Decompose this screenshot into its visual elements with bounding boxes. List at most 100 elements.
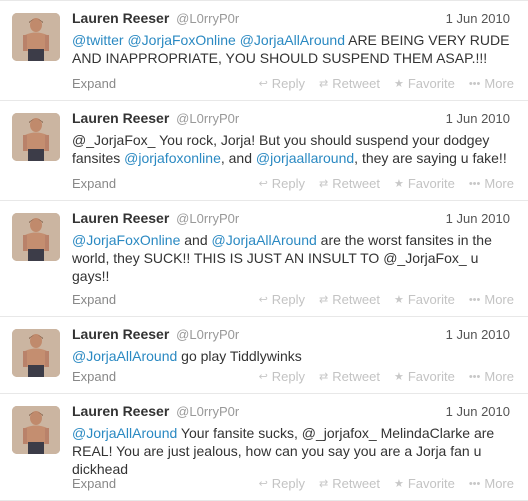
mention-link[interactable]: @JorjaAllAround <box>240 32 345 48</box>
user-avatar[interactable] <box>12 113 60 161</box>
retweet-icon: ⇄ <box>319 478 329 490</box>
reply-button[interactable]: ↩ Reply <box>259 369 305 384</box>
tweet-actions: Expand ↩ Reply ⇄ Retweet ★ Favorite ••• … <box>72 176 514 194</box>
more-dots-icon: ••• <box>468 477 481 490</box>
user-handle[interactable]: @L0rryP0r <box>176 111 239 126</box>
favorite-label: Favorite <box>407 76 455 91</box>
expand-link[interactable]: Expand <box>72 176 116 191</box>
mention-link[interactable]: @jorjaallaround <box>256 150 354 166</box>
avatar-photo-icon <box>12 329 60 377</box>
retweet-button[interactable]: ⇄ Retweet <box>319 476 380 491</box>
favorite-label: Favorite <box>407 292 455 307</box>
reply-arrow-icon: ↩ <box>258 78 268 90</box>
favorite-button[interactable]: ★ Favorite <box>394 476 455 491</box>
user-name[interactable]: Lauren Reeser <box>72 403 169 419</box>
retweet-label: Retweet <box>332 369 380 384</box>
more-button[interactable]: ••• More <box>469 476 514 491</box>
tweet-timestamp[interactable]: 1 Jun 2010 <box>446 11 510 26</box>
mention-link[interactable]: @JorjaAllAround <box>212 232 317 248</box>
mention-link[interactable]: @twitter <box>72 32 124 48</box>
tweet-timestamp[interactable]: 1 Jun 2010 <box>446 404 510 419</box>
mention-link[interactable]: @JorjaFoxOnline <box>72 232 180 248</box>
tweet-timestamp[interactable]: 1 Jun 2010 <box>446 211 510 226</box>
tweet-timeline: Lauren Reeser @L0rryP0r 1 Jun 2010 @twit… <box>0 0 528 501</box>
tweet-text: @JorjaAllAround go play Tiddlywinks <box>72 347 512 365</box>
favorite-label: Favorite <box>407 476 455 491</box>
more-button[interactable]: ••• More <box>469 176 514 191</box>
tweet-item[interactable]: Lauren Reeser @L0rryP0r 1 Jun 2010 @_Jor… <box>0 101 528 201</box>
reply-label: Reply <box>271 176 306 191</box>
user-avatar[interactable] <box>12 406 60 454</box>
more-label: More <box>484 369 514 384</box>
mention-link[interactable]: @JorjaAllAround <box>72 348 177 364</box>
favorite-button[interactable]: ★ Favorite <box>394 292 455 307</box>
tweet-text: @JorjaFoxOnline and @JorjaAllAround are … <box>72 231 512 285</box>
tweet-actions: Expand ↩ Reply ⇄ Retweet ★ Favorite ••• … <box>72 292 514 310</box>
expand-link[interactable]: Expand <box>72 476 116 491</box>
reply-label: Reply <box>271 76 306 91</box>
tweet-text: @JorjaAllAround Your fansite sucks, @_jo… <box>72 424 512 478</box>
tweet-header: Lauren Reeser @L0rryP0r 1 Jun 2010 <box>72 210 510 230</box>
more-label: More <box>484 76 514 91</box>
tweet-actions: Expand ↩ Reply ⇄ Retweet ★ Favorite ••• … <box>72 476 514 494</box>
user-name[interactable]: Lauren Reeser <box>72 10 169 26</box>
tweet-header: Lauren Reeser @L0rryP0r 1 Jun 2010 <box>72 326 510 346</box>
tweet-timestamp[interactable]: 1 Jun 2010 <box>446 327 510 342</box>
retweet-button[interactable]: ⇄ Retweet <box>319 292 380 307</box>
favorite-label: Favorite <box>407 176 455 191</box>
star-icon: ★ <box>393 294 404 306</box>
tweet-header: Lauren Reeser @L0rryP0r 1 Jun 2010 <box>72 10 510 30</box>
reply-button[interactable]: ↩ Reply <box>259 476 305 491</box>
user-avatar[interactable] <box>12 329 60 377</box>
mention-link[interactable]: @jorjafoxonline <box>124 150 221 166</box>
avatar-photo-icon <box>12 113 60 161</box>
tweet-item[interactable]: Lauren Reeser @L0rryP0r 1 Jun 2010 @Jorj… <box>0 394 528 501</box>
expand-link[interactable]: Expand <box>72 292 116 307</box>
retweet-button[interactable]: ⇄ Retweet <box>319 176 380 191</box>
expand-link[interactable]: Expand <box>72 76 116 91</box>
retweet-icon: ⇄ <box>319 178 329 190</box>
tweet-text: @_JorjaFox_ You rock, Jorja! But you sho… <box>72 131 512 167</box>
retweet-button[interactable]: ⇄ Retweet <box>319 369 380 384</box>
user-handle[interactable]: @L0rryP0r <box>176 211 239 226</box>
user-handle[interactable]: @L0rryP0r <box>176 327 239 342</box>
retweet-icon: ⇄ <box>319 78 329 90</box>
star-icon: ★ <box>393 371 404 383</box>
star-icon: ★ <box>393 78 404 90</box>
favorite-button[interactable]: ★ Favorite <box>394 369 455 384</box>
user-name[interactable]: Lauren Reeser <box>72 110 169 126</box>
tweet-timestamp[interactable]: 1 Jun 2010 <box>446 111 510 126</box>
more-button[interactable]: ••• More <box>469 369 514 384</box>
more-button[interactable]: ••• More <box>469 76 514 91</box>
retweet-label: Retweet <box>332 476 380 491</box>
retweet-button[interactable]: ⇄ Retweet <box>319 76 380 91</box>
tweet-actions: Expand ↩ Reply ⇄ Retweet ★ Favorite ••• … <box>72 76 514 94</box>
user-handle[interactable]: @L0rryP0r <box>176 11 239 26</box>
mention-link[interactable]: @JorjaFoxOnline <box>127 32 235 48</box>
user-avatar[interactable] <box>12 13 60 61</box>
reply-button[interactable]: ↩ Reply <box>259 176 305 191</box>
user-handle[interactable]: @L0rryP0r <box>176 404 239 419</box>
user-name[interactable]: Lauren Reeser <box>72 326 169 342</box>
tweet-header: Lauren Reeser @L0rryP0r 1 Jun 2010 <box>72 403 510 423</box>
user-name[interactable]: Lauren Reeser <box>72 210 169 226</box>
tweet-item[interactable]: Lauren Reeser @L0rryP0r 1 Jun 2010 @Jorj… <box>0 201 528 317</box>
tweet-text-segment: , and <box>220 150 256 166</box>
reply-button[interactable]: ↩ Reply <box>259 292 305 307</box>
tweet-item[interactable]: Lauren Reeser @L0rryP0r 1 Jun 2010 @twit… <box>0 0 528 101</box>
retweet-icon: ⇄ <box>319 294 329 306</box>
favorite-label: Favorite <box>407 369 455 384</box>
more-label: More <box>484 176 514 191</box>
favorite-button[interactable]: ★ Favorite <box>394 176 455 191</box>
more-button[interactable]: ••• More <box>469 292 514 307</box>
mention-link[interactable]: @JorjaAllAround <box>72 425 177 441</box>
user-avatar[interactable] <box>12 213 60 261</box>
tweet-item[interactable]: Lauren Reeser @L0rryP0r 1 Jun 2010 @Jorj… <box>0 317 528 394</box>
tweet-text: @twitter @JorjaFoxOnline @JorjaAllAround… <box>72 31 512 67</box>
reply-arrow-icon: ↩ <box>258 178 268 190</box>
expand-link[interactable]: Expand <box>72 369 116 384</box>
retweet-icon: ⇄ <box>319 371 329 383</box>
avatar-photo-icon <box>12 13 60 61</box>
reply-button[interactable]: ↩ Reply <box>259 76 305 91</box>
favorite-button[interactable]: ★ Favorite <box>394 76 455 91</box>
